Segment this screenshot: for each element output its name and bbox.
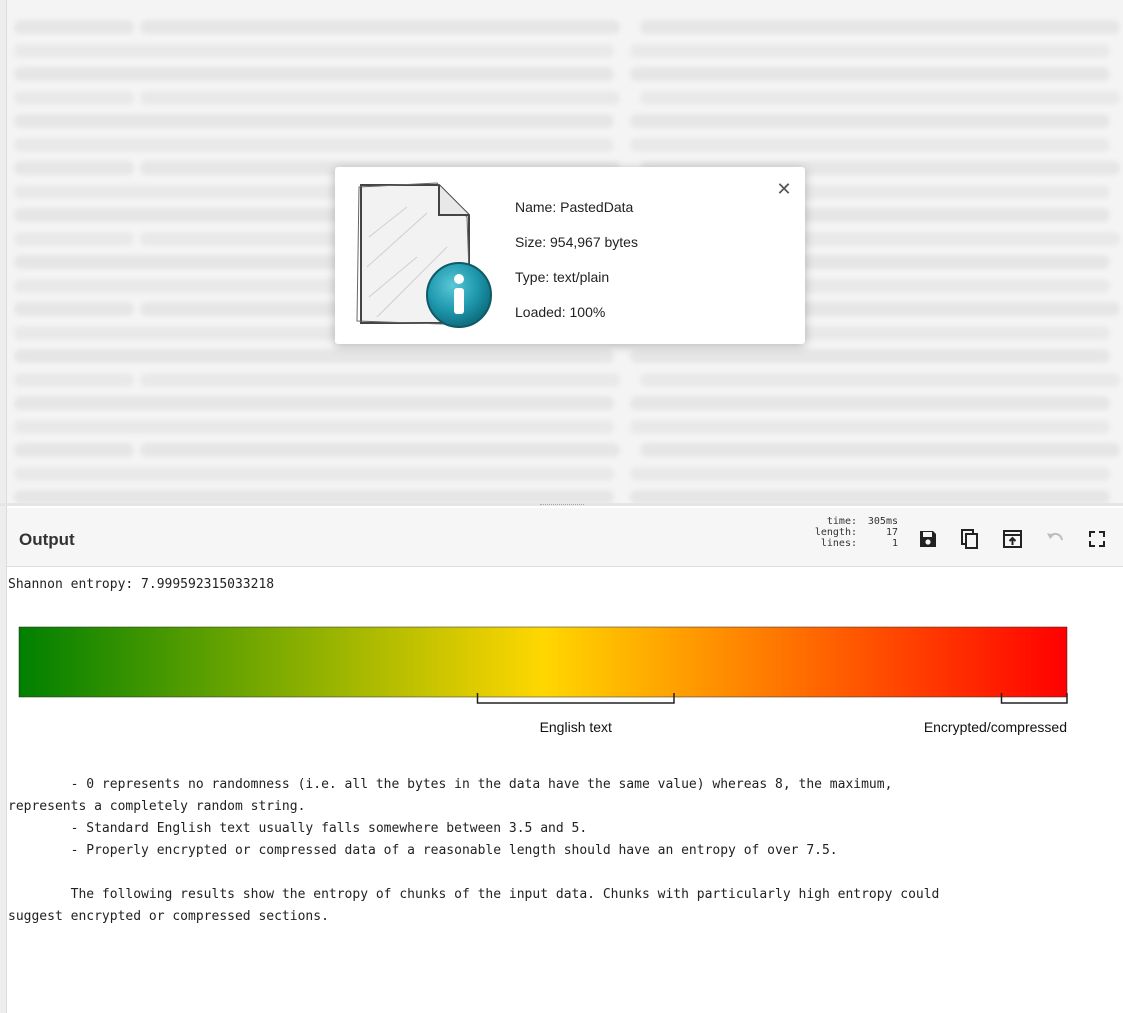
left-border — [0, 0, 7, 1013]
note-line: represents a completely random string. — [8, 799, 306, 814]
blurred-data-line — [630, 490, 1110, 504]
blurred-data-line — [630, 396, 1110, 410]
stat-value: 17 — [885, 527, 898, 538]
undo-icon[interactable] — [1044, 528, 1066, 550]
blurred-data-line — [640, 20, 1120, 34]
file-info-icon — [356, 182, 492, 328]
blurred-data-line — [140, 90, 620, 105]
replace-input-icon[interactable] — [1002, 528, 1024, 550]
stat-label: time: — [826, 516, 857, 527]
entropy-scale: English text Encrypted/compressed — [18, 626, 1068, 735]
blurred-data-line — [140, 20, 620, 34]
blurred-data-line — [14, 490, 614, 504]
copy-icon[interactable] — [959, 528, 981, 550]
blurred-data-line — [640, 372, 1120, 387]
file-size: Size: 954,967 bytes — [515, 234, 638, 250]
stat-label: lines: — [820, 538, 857, 549]
blurred-data-line — [630, 67, 1110, 81]
blurred-data-line — [14, 396, 614, 410]
blurred-data-line — [640, 90, 1120, 105]
stat-value: 1 — [891, 538, 898, 549]
note-line: suggest encrypted or compressed sections… — [8, 909, 329, 924]
note-line: - Properly encrypted or compressed data … — [8, 843, 838, 858]
file-name: Name: PastedData — [515, 199, 634, 215]
blurred-data-line — [14, 349, 614, 363]
maximise-icon[interactable] — [1086, 528, 1108, 550]
note-line: - 0 represents no randomness (i.e. all t… — [8, 777, 893, 792]
blurred-data-line — [14, 302, 134, 316]
encrypted-label: Encrypted/compressed — [924, 719, 1067, 735]
blurred-data-line — [14, 67, 614, 81]
blurred-data-line — [14, 20, 134, 34]
blurred-data-line — [630, 349, 1110, 363]
blurred-data-line — [14, 466, 614, 481]
save-icon[interactable] — [917, 528, 939, 550]
note-line: The following results show the entropy o… — [8, 887, 940, 902]
blurred-data-line — [14, 372, 134, 387]
output-body[interactable]: Shannon entropy: 7.999592315033218 Engli… — [7, 567, 1123, 1013]
note-line: - Standard English text usually falls so… — [8, 821, 588, 836]
output-header: Output time: 305ms length: 17 lines: 1 — [7, 508, 1123, 567]
blurred-data-line — [640, 443, 1120, 457]
file-info-popup: Name: PastedData Size: 954,967 bytes Typ… — [335, 167, 805, 344]
output-stats: time: 305ms length: 17 lines: 1 — [773, 516, 898, 549]
blurred-data-line — [14, 419, 614, 434]
entropy-value: Shannon entropy: 7.999592315033218 — [8, 577, 275, 592]
stat-value: 305ms — [867, 516, 898, 527]
english-text-label: English text — [540, 719, 612, 735]
blurred-data-line — [140, 443, 620, 457]
blurred-data-line — [14, 114, 614, 128]
file-loaded: Loaded: 100% — [515, 304, 606, 320]
blurred-data-line — [14, 137, 614, 152]
stat-label: length: — [814, 527, 857, 538]
divider-grip[interactable] — [540, 504, 584, 507]
stat-length: length: 17 — [773, 527, 898, 538]
file-type: Type: text/plain — [515, 269, 610, 285]
blurred-data-line — [14, 43, 614, 58]
stat-time: time: 305ms — [773, 516, 898, 527]
close-popup-button[interactable]: ✕ — [773, 179, 795, 201]
blurred-data-line — [140, 372, 620, 387]
blurred-data-line — [14, 231, 134, 246]
blurred-data-line — [630, 43, 1110, 58]
blurred-data-line — [14, 161, 134, 175]
stat-lines: lines: 1 — [773, 538, 898, 549]
blurred-data-line — [14, 90, 134, 105]
output-title: Output — [19, 530, 75, 549]
entropy-gradient-bar — [18, 626, 1068, 698]
blurred-data-line — [14, 443, 134, 457]
blurred-data-line — [630, 114, 1110, 128]
blurred-data-line — [630, 466, 1110, 481]
blurred-data-line — [630, 137, 1110, 152]
blurred-data-line — [630, 419, 1110, 434]
